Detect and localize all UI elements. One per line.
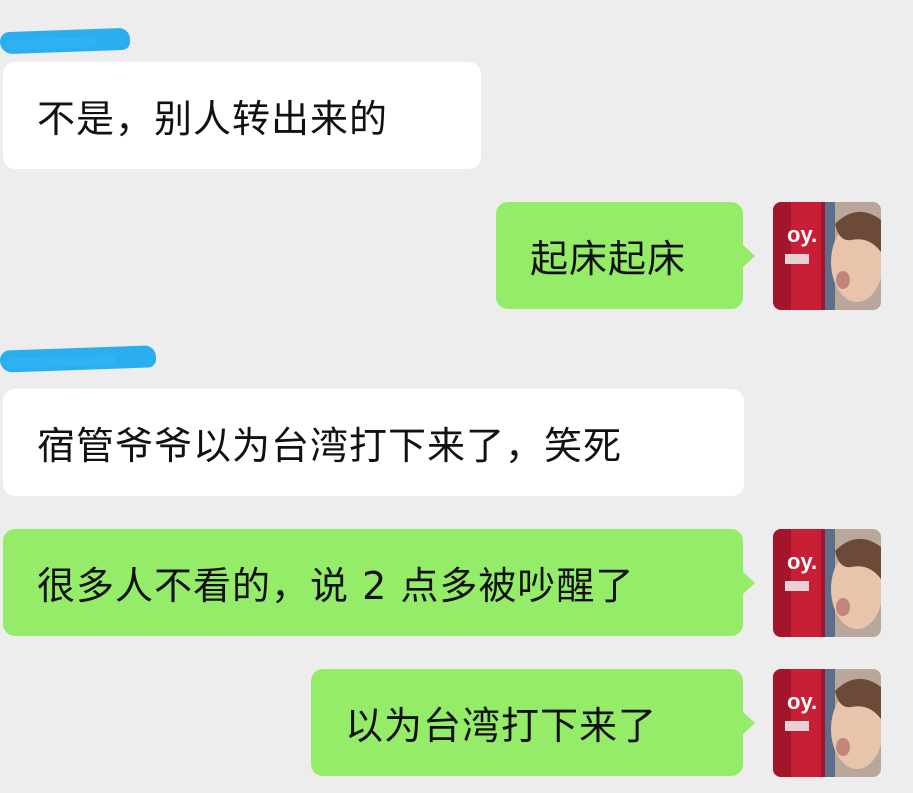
svg-text:oy.: oy. bbox=[787, 549, 817, 574]
message-text: 不是，别人转出来的 bbox=[37, 97, 389, 141]
incoming-message-bubble[interactable]: 宿管爷爷以为台湾打下来了，笑死 bbox=[3, 389, 744, 496]
user-avatar-icon[interactable]: oy. bbox=[773, 669, 881, 777]
svg-text:oy.: oy. bbox=[787, 222, 817, 247]
message-text: 宿管爷爷以为台湾打下来了，笑死 bbox=[37, 424, 623, 468]
user-avatar-icon[interactable]: oy. bbox=[773, 529, 881, 637]
sender-name-redacted bbox=[0, 345, 157, 373]
message-text: 起床起床 bbox=[530, 237, 687, 281]
sender-name-redacted bbox=[0, 27, 131, 55]
avatar-photo: oy. bbox=[773, 202, 881, 310]
chat-message-list[interactable]: 不是，别人转出来的 起床起床 oy. 宿管爷爷以为台湾打下来了，笑死 很多人不看… bbox=[0, 0, 913, 793]
outgoing-message-bubble[interactable]: 很多人不看的，说 2 点多被吵醒了 bbox=[3, 529, 755, 636]
avatar-photo: oy. bbox=[773, 529, 881, 637]
message-text: 很多人不看的，说 2 点多被吵醒了 bbox=[37, 564, 635, 608]
incoming-message-bubble[interactable]: 不是，别人转出来的 bbox=[3, 62, 481, 169]
svg-text:oy.: oy. bbox=[787, 689, 817, 714]
message-text: 以为台湾打下来了 bbox=[345, 704, 658, 748]
outgoing-message-bubble[interactable]: 以为台湾打下来了 bbox=[311, 669, 755, 776]
user-avatar-icon[interactable]: oy. bbox=[773, 202, 881, 310]
avatar-photo: oy. bbox=[773, 669, 881, 777]
outgoing-message-bubble[interactable]: 起床起床 bbox=[496, 202, 755, 309]
